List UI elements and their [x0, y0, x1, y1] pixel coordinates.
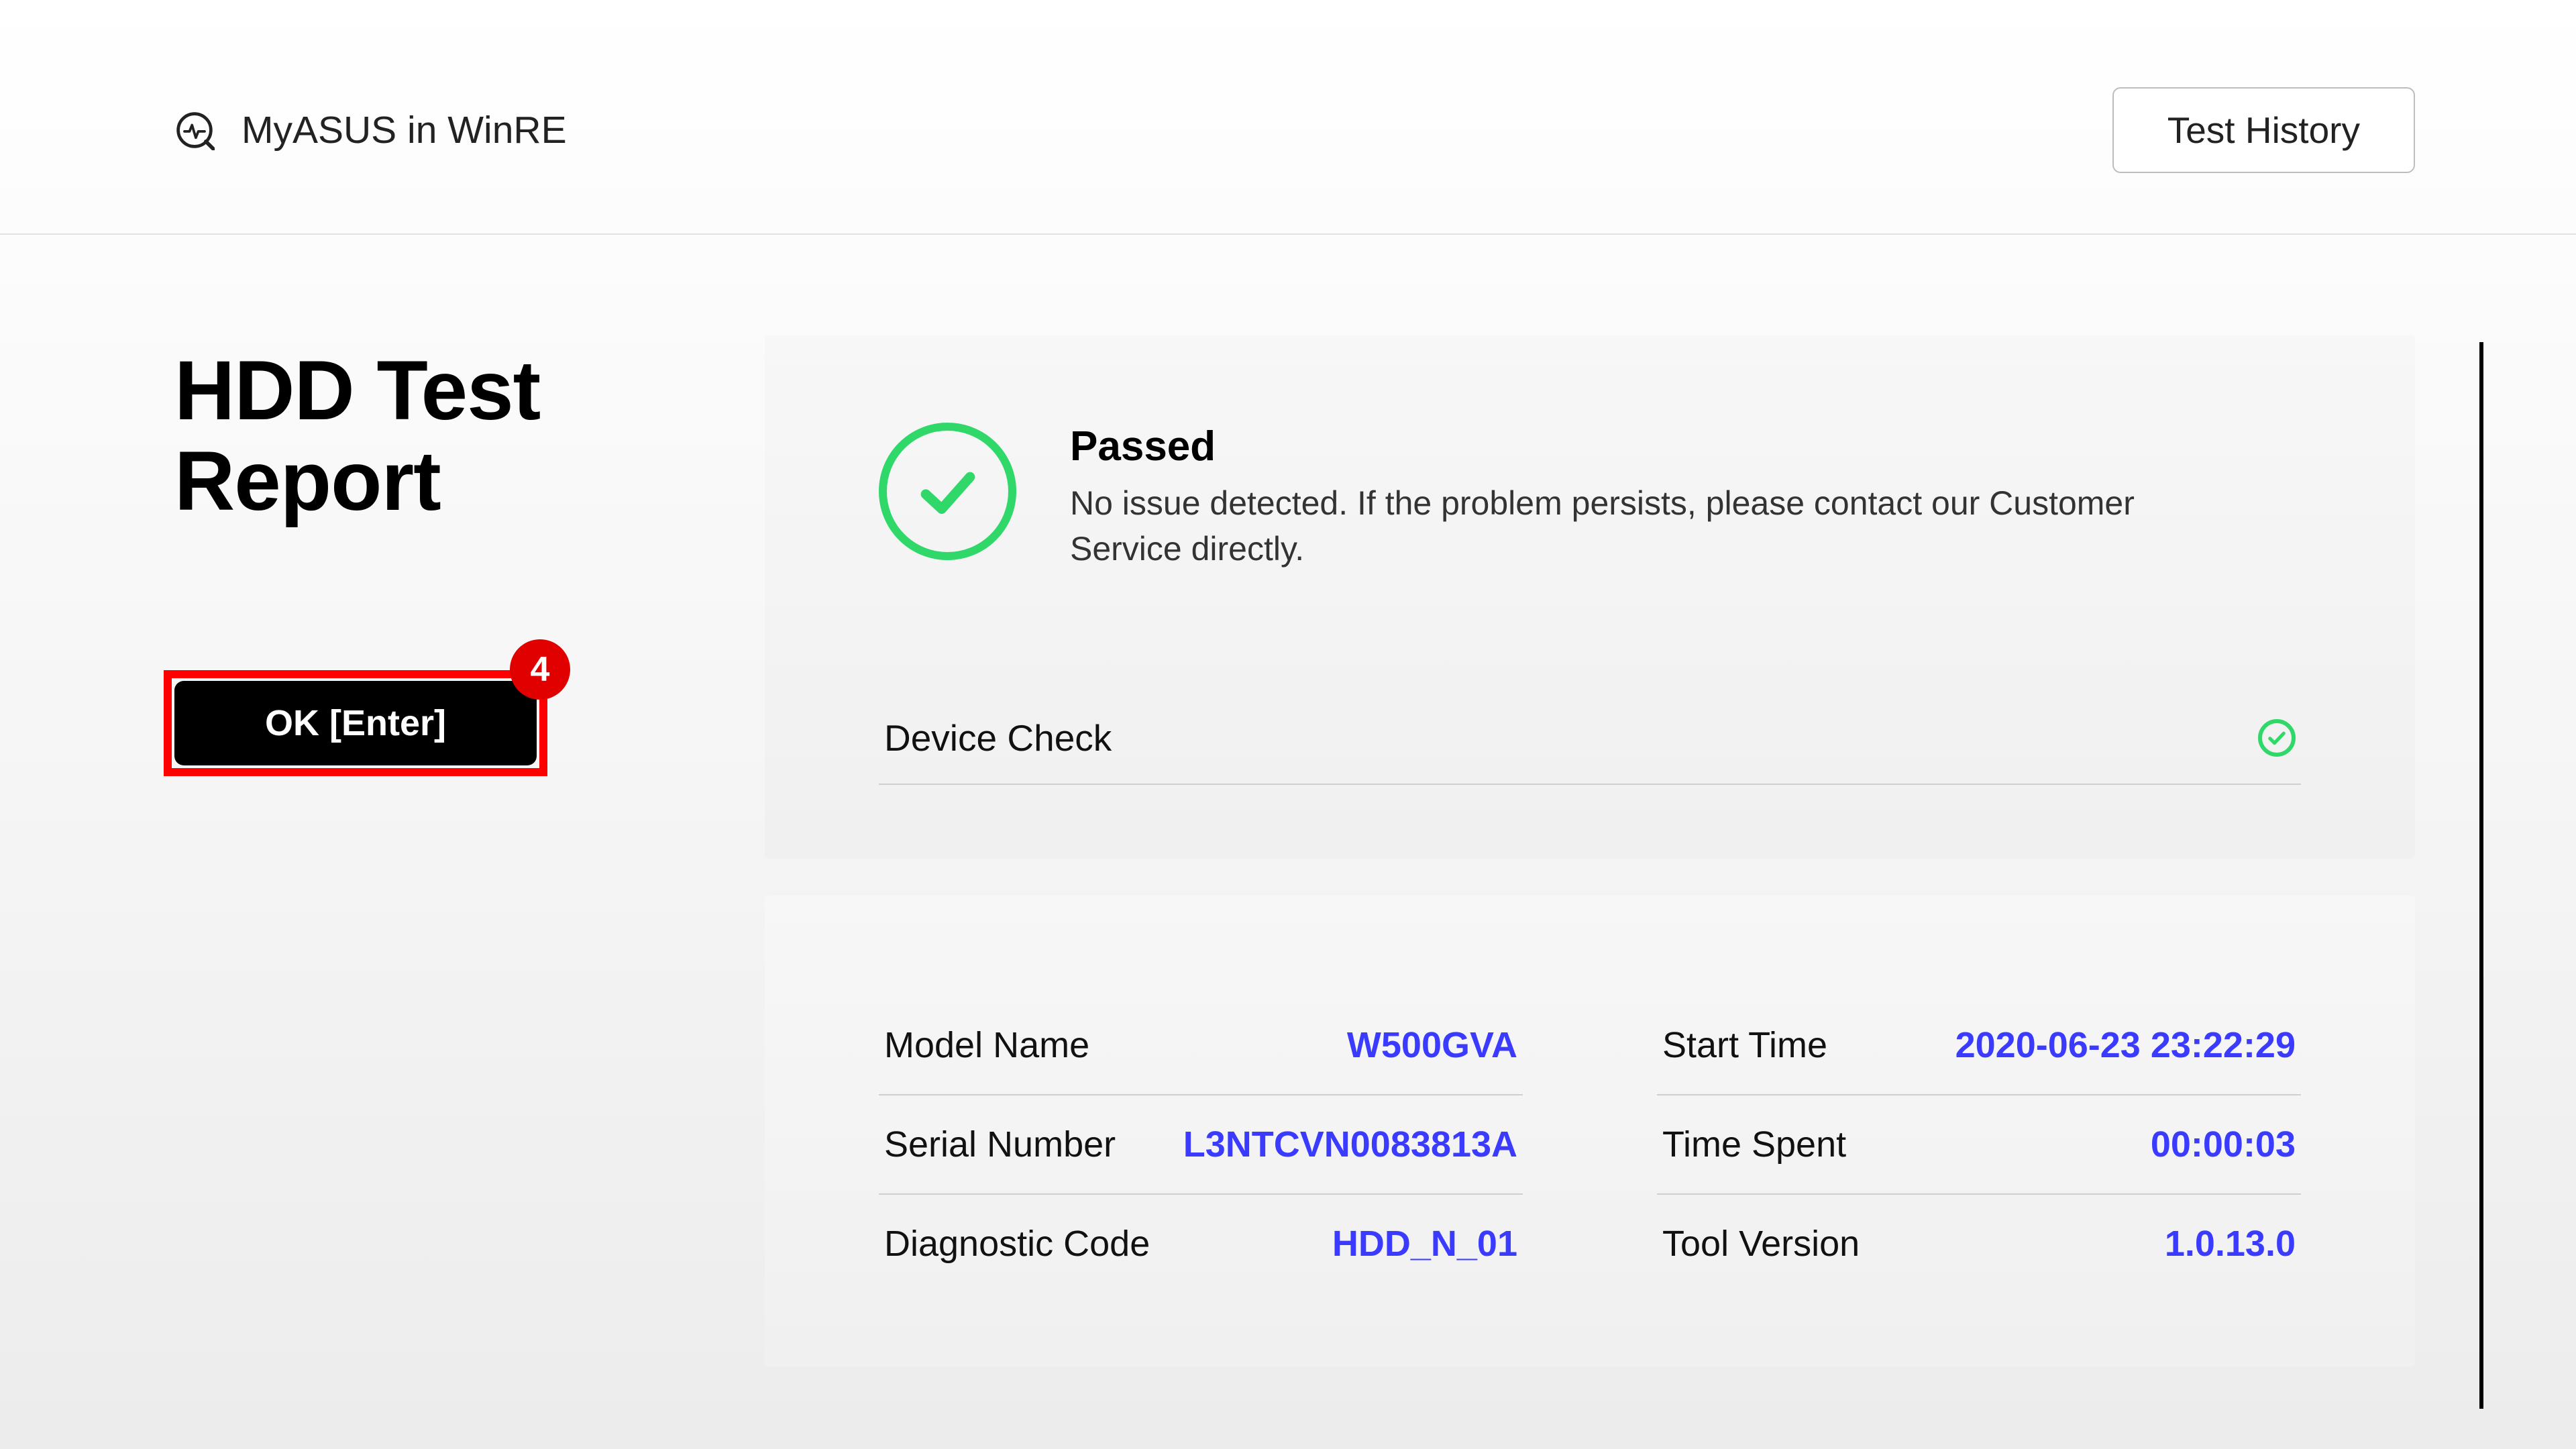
- info-value: HDD_N_01: [1332, 1223, 1517, 1265]
- app-icon: [174, 110, 215, 150]
- step-badge: 4: [510, 639, 570, 700]
- info-value: W500GVA: [1347, 1024, 1517, 1066]
- info-grid: Model Name W500GVA Serial Number L3NTCVN…: [879, 996, 2301, 1293]
- info-row: Model Name W500GVA: [879, 996, 1523, 1095]
- main: HDD Test Report 4 OK [Enter] Passed No i…: [0, 235, 2576, 1366]
- info-row: Diagnostic Code HDD_N_01: [879, 1195, 1523, 1293]
- result-row: Passed No issue detected. If the problem…: [879, 423, 2301, 572]
- result-description: No issue detected. If the problem persis…: [1070, 481, 2210, 572]
- result-card: Passed No issue detected. If the problem…: [765, 335, 2415, 859]
- left-column: HDD Test Report 4 OK [Enter]: [174, 335, 765, 1366]
- info-row: Serial Number L3NTCVN0083813A: [879, 1095, 1523, 1195]
- info-label: Time Spent: [1662, 1124, 1846, 1165]
- result-title: Passed: [1070, 423, 2210, 470]
- info-value: 1.0.13.0: [2165, 1223, 2296, 1265]
- info-value: 2020-06-23 23:22:29: [1955, 1024, 2296, 1066]
- info-value: 00:00:03: [2151, 1124, 2296, 1165]
- check-item-row: Device Check: [879, 692, 2301, 785]
- info-row: Start Time 2020-06-23 23:22:29: [1657, 996, 2301, 1095]
- info-label: Tool Version: [1662, 1223, 1860, 1265]
- right-column: Passed No issue detected. If the problem…: [765, 335, 2415, 1366]
- info-label: Model Name: [884, 1024, 1089, 1066]
- info-label: Serial Number: [884, 1124, 1116, 1165]
- info-column-left: Model Name W500GVA Serial Number L3NTCVN…: [879, 996, 1523, 1293]
- header: MyASUS in WinRE Test History: [0, 0, 2576, 235]
- ok-button-wrapper: 4 OK [Enter]: [174, 681, 537, 765]
- info-label: Start Time: [1662, 1024, 1827, 1066]
- info-row: Tool Version 1.0.13.0: [1657, 1195, 2301, 1293]
- app-title: MyASUS in WinRE: [241, 108, 567, 152]
- scrollbar-indicator[interactable]: [2479, 342, 2483, 1409]
- info-column-right: Start Time 2020-06-23 23:22:29 Time Spen…: [1657, 996, 2301, 1293]
- info-card: Model Name W500GVA Serial Number L3NTCVN…: [765, 896, 2415, 1366]
- check-item-label: Device Check: [884, 716, 1112, 759]
- passed-check-icon: [879, 423, 1016, 560]
- info-label: Diagnostic Code: [884, 1223, 1150, 1265]
- result-text: Passed No issue detected. If the problem…: [1070, 423, 2210, 572]
- ok-button[interactable]: OK [Enter]: [174, 681, 537, 765]
- info-row: Time Spent 00:00:03: [1657, 1095, 2301, 1195]
- check-item-status-icon: [2258, 719, 2296, 757]
- info-value: L3NTCVN0083813A: [1183, 1124, 1517, 1165]
- page-title: HDD Test Report: [174, 345, 765, 527]
- header-left: MyASUS in WinRE: [174, 108, 567, 152]
- test-history-button[interactable]: Test History: [2112, 87, 2415, 173]
